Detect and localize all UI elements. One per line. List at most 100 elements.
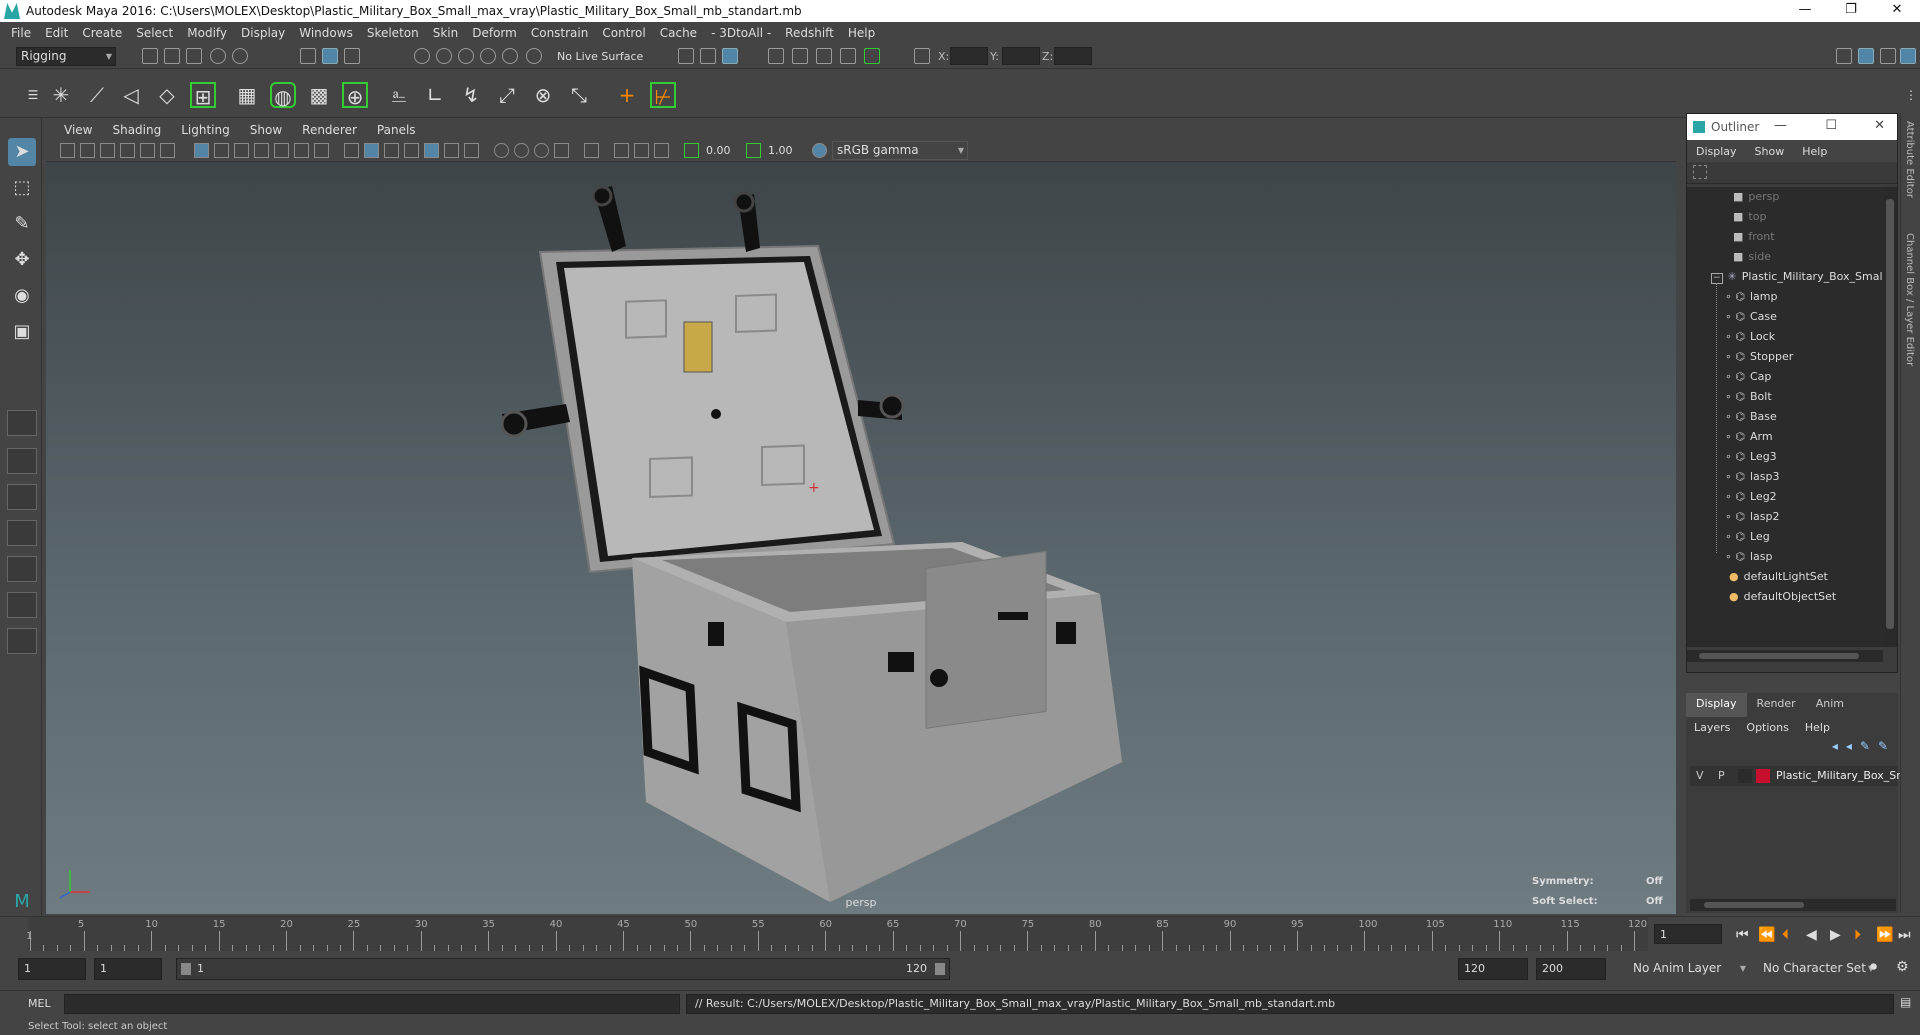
tab-display[interactable]: Display (1686, 693, 1747, 717)
pole-vector-icon[interactable]: ⤡ (566, 82, 592, 108)
resolution-gate-icon[interactable] (234, 143, 249, 158)
viewport-menu-renderer[interactable]: Renderer (292, 123, 367, 137)
play-backward-icon[interactable]: ◀ (1806, 927, 1817, 943)
lattice-icon[interactable]: ⊕ (342, 82, 368, 109)
film-gate-icon[interactable] (214, 143, 229, 158)
layer-hscroll-thumb[interactable] (1704, 902, 1804, 908)
ambient-occlusion-icon[interactable] (494, 143, 509, 158)
outliner-item-lamp[interactable]: ∘ ⌬ lamp (1725, 287, 1778, 307)
safe-action-icon[interactable] (294, 143, 309, 158)
gate-mask-icon[interactable] (254, 143, 269, 158)
menu-set-dropdown[interactable]: Rigging (16, 47, 116, 66)
modeling-toolkit-icon[interactable] (1836, 48, 1852, 64)
aim-constraint-icon[interactable]: ⊗ (530, 82, 556, 108)
outliner-item-lock[interactable]: ∘ ⌬ Lock (1725, 327, 1775, 347)
playback-start-field[interactable]: 1 (94, 958, 162, 980)
undo-icon[interactable] (210, 48, 226, 64)
layer-color-swatch[interactable] (1756, 769, 1770, 783)
grid-toggle-icon[interactable] (194, 143, 209, 158)
input-ops-icon[interactable] (678, 48, 694, 64)
layer-menu-layers[interactable]: Layers (1686, 721, 1738, 734)
hypershade-layout-icon[interactable] (7, 556, 37, 582)
smooth-bind-icon[interactable]: ◍ (270, 82, 296, 109)
grease-pencil-icon[interactable] (160, 143, 175, 158)
new-empty-layer-icon[interactable]: ✎ (1860, 739, 1870, 753)
view-transform-dropdown[interactable]: sRGB gamma (832, 141, 968, 160)
outliner-item-persp[interactable]: ■ persp (1733, 187, 1779, 207)
step-back-frame-icon[interactable]: ⏴ (1782, 927, 1789, 943)
outliner-maximize-button[interactable]: ☐ (1825, 118, 1837, 133)
ik-spline-icon[interactable]: ◁ (118, 82, 144, 108)
auto-key-icon[interactable]: ⏺ (1870, 959, 1877, 975)
lasso-tool-icon[interactable]: ⬚ (8, 174, 36, 202)
motion-blur-icon[interactable] (514, 143, 529, 158)
outliner-vertical-scrollbar[interactable] (1883, 187, 1897, 647)
mirror-joint-icon[interactable]: ⊞ (190, 82, 216, 109)
select-component-icon[interactable] (344, 48, 360, 64)
snap-point-icon[interactable] (458, 48, 474, 64)
shelf-menu-icon[interactable]: ☰ (20, 82, 46, 108)
menu-constrain[interactable]: Constrain (524, 26, 596, 40)
scale-constraint-icon[interactable]: ⤢ (494, 82, 520, 108)
menu-redshift[interactable]: Redshift (778, 26, 841, 40)
menu-help[interactable]: Help (841, 26, 882, 40)
range-start-handle[interactable] (181, 963, 191, 975)
outliner-item-top[interactable]: ■ top (1733, 207, 1766, 227)
menu-control[interactable]: Control (595, 26, 652, 40)
depth-of-field-icon[interactable] (554, 143, 569, 158)
menu-file[interactable]: File (4, 26, 38, 40)
anti-aliasing-icon[interactable] (534, 143, 549, 158)
outliner-item-group[interactable]: − ✳ Plastic_Military_Box_Small_ (1711, 267, 1883, 287)
animation-preferences-icon[interactable]: ⚙ (1896, 959, 1909, 975)
field-chart-icon[interactable] (274, 143, 289, 158)
perspective-viewport[interactable]: + Symmetry: Off Soft Select: Off persp (46, 162, 1676, 914)
open-scene-icon[interactable] (164, 48, 180, 64)
outliner-item-bolt[interactable]: ∘ ⌬ Bolt (1725, 387, 1772, 407)
time-slider[interactable]: 1 5 10 15 20 25 30 35 40 45 50 55 60 65 70 75 80 85 90 95 1… (0, 916, 1920, 952)
move-layer-up-icon[interactable]: ◂ (1832, 739, 1838, 753)
paint-select-icon[interactable]: ✎ (8, 210, 36, 238)
tab-render[interactable]: Render (1747, 693, 1806, 717)
menu-windows[interactable]: Windows (292, 26, 360, 40)
snap-surface-icon[interactable] (502, 48, 518, 64)
select-object-icon[interactable] (322, 48, 338, 64)
parent-constraint-icon[interactable]: ⎁ (386, 82, 412, 108)
orient-constraint-icon[interactable]: ↯ (458, 82, 484, 108)
camera-select-icon[interactable] (60, 143, 75, 158)
render-frame-icon[interactable] (792, 48, 808, 64)
viewport-menu-panels[interactable]: Panels (367, 123, 426, 137)
menu-edit[interactable]: Edit (38, 26, 75, 40)
live-surface-label[interactable]: No Live Surface (557, 50, 643, 63)
shelf-scroll-icon[interactable]: ⋮ (1898, 82, 1920, 108)
script-language-toggle[interactable]: MEL (28, 997, 51, 1010)
go-to-end-icon[interactable]: ⏭ (1898, 927, 1911, 943)
layer-playback-toggle[interactable]: P (1718, 766, 1725, 786)
menu-skin[interactable]: Skin (426, 26, 466, 40)
outliner-item-leg[interactable]: ∘ ⌬ Leg (1725, 527, 1770, 547)
xray-active-icon[interactable] (634, 143, 649, 158)
outliner-menu-show[interactable]: Show (1746, 145, 1794, 158)
snap-view-plane-icon[interactable] (480, 48, 496, 64)
range-end-handle[interactable] (935, 963, 945, 975)
outliner-item-stopper[interactable]: ∘ ⌬ Stopper (1725, 347, 1793, 367)
snap-grid-icon[interactable] (414, 48, 430, 64)
select-hierarchy-icon[interactable] (300, 48, 316, 64)
attribute-editor-toggle-icon[interactable] (1900, 48, 1916, 64)
locator-icon[interactable]: + (614, 82, 640, 108)
anim-layer-dropdown[interactable]: No Anim Layer (1628, 959, 1750, 978)
bookmark-icon[interactable] (100, 143, 115, 158)
save-scene-icon[interactable] (186, 48, 202, 64)
construction-history-icon[interactable] (722, 48, 738, 64)
menu-skeleton[interactable]: Skeleton (360, 26, 426, 40)
ipr-render-icon[interactable] (816, 48, 832, 64)
persp-outliner-layout-icon[interactable] (7, 484, 37, 510)
color-management-icon[interactable] (812, 143, 827, 158)
go-to-start-icon[interactable]: ⏮ (1736, 927, 1749, 943)
render-view-icon[interactable] (768, 48, 784, 64)
outliner-vscroll-thumb[interactable] (1886, 199, 1894, 629)
end-time-field[interactable]: 200 (1536, 958, 1606, 980)
viewport-menu-show[interactable]: Show (240, 123, 292, 137)
close-button[interactable]: ✕ (1874, 0, 1920, 22)
y-coordinate-field[interactable] (1002, 47, 1040, 65)
play-forward-icon[interactable]: ▶ (1830, 927, 1841, 943)
